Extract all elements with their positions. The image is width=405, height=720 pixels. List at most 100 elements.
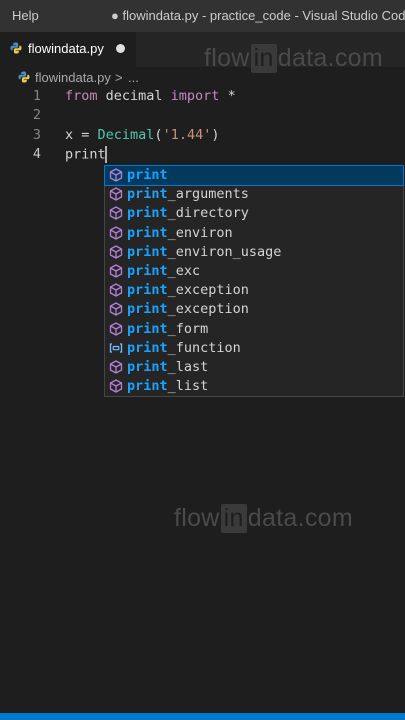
suggestion-match: print [127,359,168,375]
line-number: 1 [32,88,41,104]
suggestion-rest: _arguments [167,186,249,203]
watermark: flow in data.com [174,504,353,533]
suggestion-match: print [127,263,168,279]
module-icon [109,168,123,182]
suggestion-rest: _environ [167,224,233,241]
watermark-post: data.com [277,44,383,72]
tab-label: flowindata.py [28,41,104,56]
code-token: ( [154,126,163,143]
suggestion-match: print [127,282,168,299]
code-line[interactable]: 1 from decimal import * [0,88,405,107]
suggestion-label: print_environ [127,225,233,241]
code-text: x = Decimal('1.44') [65,127,219,143]
suggestion-widget: print print_arguments print_directory print… [104,165,404,397]
breadcrumb-file[interactable]: flowindata.py [35,70,111,85]
python-icon [18,71,30,83]
variable-icon [109,341,123,355]
module-icon [109,302,123,317]
suggestion-label: print_list [127,378,208,394]
suggestion-label: print_form [127,321,208,337]
suggestion-label: print_last [127,359,208,375]
code-token: Decimal [97,126,155,143]
code-token: from [65,88,98,104]
suggestion-item[interactable]: print_directory [105,204,403,223]
suggestion-match: print [127,339,168,356]
module-icon [109,187,123,201]
suggestion-item[interactable]: print_exc [105,262,403,281]
suggestion-item[interactable]: print_list [105,377,403,396]
menu-help[interactable]: Help [12,8,39,23]
code-token: import [170,88,220,104]
suggestion-item[interactable]: print_arguments [105,185,403,204]
suggestion-match: print [127,224,168,241]
module-icon [109,264,123,278]
suggestion-item[interactable]: print_function [105,339,403,358]
code-text: print [65,145,107,163]
module-icon [109,321,123,336]
watermark: flow in data.com [204,44,383,73]
suggestion-item[interactable]: print_environ_usage [105,243,403,262]
suggestion-rest: _last [167,359,209,375]
suggestion-rest: _list [167,378,209,395]
line-number: 2 [32,107,41,124]
suggestion-rest: _exception [167,282,249,299]
code-token: '1.44' [162,126,212,143]
suggestion-match: print [127,320,168,337]
text-cursor [104,145,107,163]
suggestion-item[interactable]: print [104,165,404,186]
watermark-post: data.com [247,504,353,532]
status-bar [0,713,405,720]
line-number: 4 [32,145,41,162]
code-token: x = [65,126,98,143]
suggestion-rest: _environ_usage [167,243,282,260]
code-line[interactable]: 4 print [0,145,405,165]
code-text: from decimal import * [65,88,236,104]
suggestion-label: print_directory [127,205,249,221]
suggestion-item[interactable]: print_exception [105,300,403,319]
code-token: decimal [97,88,171,104]
suggestion-label: print [127,167,168,183]
suggestion-match: print [127,301,168,318]
line-number: 3 [32,126,41,143]
suggestion-item[interactable]: print_exception [105,281,403,300]
suggestion-match: print [127,167,168,183]
module-icon [109,206,123,221]
watermark-box: in [250,44,277,73]
window-title: ● flowindata.py - practice_code - Visual… [111,8,405,23]
suggestion-match: print [127,186,168,203]
suggestion-match: print [127,205,168,222]
suggestion-match: print [127,243,168,260]
suggestion-rest: _function [167,339,241,356]
suggestion-label: print_function [127,340,241,356]
python-icon [10,42,22,54]
code-token: print [65,146,106,163]
suggestion-item[interactable]: print_environ [105,224,403,243]
breadcrumb-separator: > [115,70,123,85]
watermark-pre: flow [174,504,220,532]
unsaved-dot-icon[interactable] [116,44,125,53]
watermark-pre: flow [204,44,250,72]
module-icon [109,360,123,374]
module-icon [109,245,123,259]
watermark-box: in [220,504,247,533]
suggestion-label: print_arguments [127,186,249,202]
suggestion-item[interactable]: print_last [105,358,403,377]
module-icon [109,283,123,297]
suggestion-label: print_exc [127,263,200,279]
breadcrumb-more[interactable]: ... [128,70,139,85]
code-token: * [219,88,236,104]
tab-flowindata-py[interactable]: flowindata.py [0,32,136,67]
suggestion-label: print_exception [127,301,249,317]
suggestion-label: print_exception [127,282,249,298]
code-line[interactable]: 3 x = Decimal('1.44') [0,127,405,146]
code-token: ) [211,126,220,143]
module-icon [109,225,123,240]
suggestion-rest: _directory [167,205,249,222]
suggestion-rest: _form [167,320,209,337]
suggestion-rest: _exception [167,301,249,318]
suggestion-item[interactable]: print_form [105,320,403,339]
suggestion-rest: _exc [167,263,201,279]
code-line[interactable]: 2 [0,107,405,126]
suggestion-match: print [127,378,168,395]
title-bar: Help ● flowindata.py - practice_code - V… [0,0,405,32]
